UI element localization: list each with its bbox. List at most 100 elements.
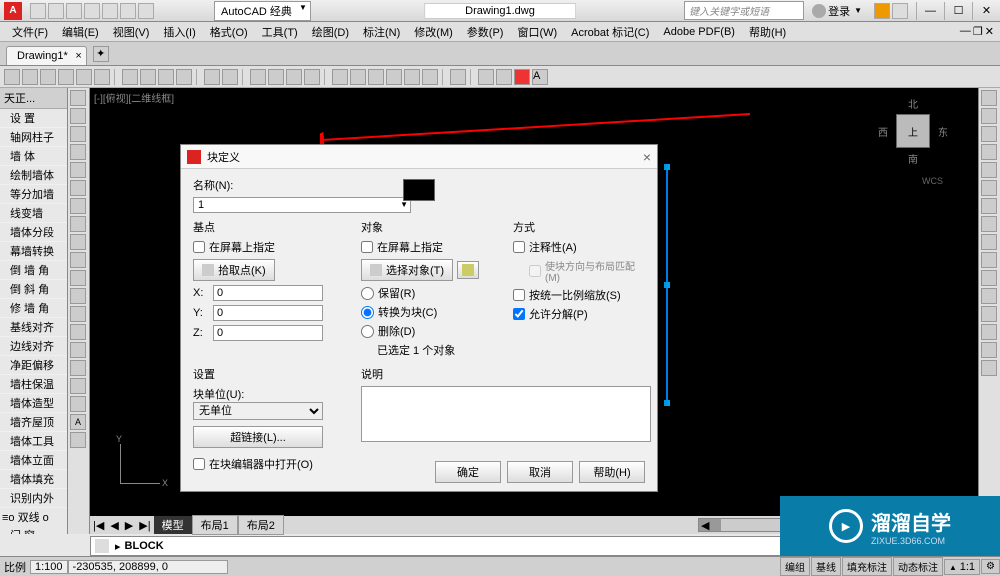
tb-cut-icon[interactable] — [122, 69, 138, 85]
palette-item[interactable]: 轴网柱子 — [0, 128, 67, 147]
tb-redo-icon[interactable] — [222, 69, 238, 85]
menu-acrobat[interactable]: Acrobat 标记(C) — [565, 22, 655, 42]
help-icon[interactable] — [892, 3, 908, 19]
offset-icon[interactable] — [981, 144, 997, 160]
name-combo[interactable]: 1 — [193, 197, 411, 213]
menu-view[interactable]: 视图(V) — [107, 22, 156, 42]
layout1-tab[interactable]: 布局1 — [192, 515, 238, 535]
join-icon[interactable] — [981, 306, 997, 322]
tb-misc2-icon[interactable] — [496, 69, 512, 85]
tb-copy-icon[interactable] — [140, 69, 156, 85]
tb-sheet-icon[interactable] — [386, 69, 402, 85]
redo-icon[interactable] — [138, 3, 154, 19]
grip-icon[interactable] — [664, 164, 670, 170]
erase-icon[interactable] — [981, 90, 997, 106]
tab-nav-next-icon[interactable]: ▶ — [122, 519, 136, 532]
status-hatch[interactable]: 填充标注 — [842, 557, 892, 576]
basepoint-onscreen-check[interactable] — [193, 241, 205, 253]
tb-toolpalette-icon[interactable] — [368, 69, 384, 85]
palette-item[interactable]: 门 窗 — [0, 526, 67, 534]
saveas-icon[interactable] — [84, 3, 100, 19]
xline-icon[interactable] — [70, 108, 86, 124]
palette-item[interactable]: 倒 墙 角 — [0, 261, 67, 280]
description-textarea[interactable] — [361, 386, 651, 442]
open-icon[interactable] — [48, 3, 64, 19]
palette-item[interactable]: 墙体立面 — [0, 451, 67, 470]
doc-minimize-button[interactable]: — — [960, 25, 971, 38]
tab-close-icon[interactable]: × — [75, 50, 81, 62]
rotate-icon[interactable] — [981, 198, 997, 214]
menu-tools[interactable]: 工具(T) — [256, 22, 304, 42]
grip-icon[interactable] — [664, 282, 670, 288]
menu-format[interactable]: 格式(O) — [204, 22, 254, 42]
palette-item[interactable]: 绘制墙体 — [0, 166, 67, 185]
pick-point-button[interactable]: 拾取点(K) — [193, 259, 275, 281]
doc-tab[interactable]: Drawing1* × — [6, 46, 87, 65]
delete-radio[interactable] — [361, 325, 374, 338]
mirror-icon[interactable] — [981, 126, 997, 142]
palette-title[interactable]: 天正... — [0, 88, 67, 109]
tb-publish-icon[interactable] — [94, 69, 110, 85]
new-tab-button[interactable]: ✦ — [93, 46, 109, 62]
tb-zoomwin-icon[interactable] — [286, 69, 302, 85]
help-button[interactable]: 帮助(H) — [579, 461, 645, 483]
tb-help-icon[interactable] — [450, 69, 466, 85]
tb-properties-icon[interactable] — [332, 69, 348, 85]
minimize-button[interactable]: — — [916, 2, 944, 20]
scale-combo[interactable]: 1:100 — [30, 560, 68, 574]
palette-item[interactable]: 墙 体 — [0, 147, 67, 166]
addselect-icon[interactable] — [70, 432, 86, 448]
tb-new-icon[interactable] — [4, 69, 20, 85]
explode-icon[interactable] — [981, 360, 997, 376]
scale-uniform-check[interactable] — [513, 289, 525, 301]
circle-icon[interactable] — [70, 198, 86, 214]
base-z-input[interactable] — [213, 325, 323, 341]
polyline-icon[interactable] — [70, 126, 86, 142]
palette-item[interactable]: 边线对齐 — [0, 337, 67, 356]
hyperlink-button[interactable]: 超链接(L)... — [193, 426, 323, 448]
status-annoscale[interactable]: ▲ 1:1 — [944, 559, 980, 575]
palette-item[interactable]: 墙柱保温 — [0, 375, 67, 394]
convert-radio[interactable] — [361, 306, 374, 319]
layout2-tab[interactable]: 布局2 — [238, 515, 284, 535]
gradient-icon[interactable] — [70, 360, 86, 376]
tb-pan-icon[interactable] — [250, 69, 266, 85]
login-button[interactable]: 登录▼ — [812, 3, 862, 19]
objects-onscreen-check[interactable] — [361, 241, 373, 253]
menu-window[interactable]: 窗口(W) — [511, 22, 563, 42]
quickselect-button[interactable] — [457, 261, 479, 279]
palette-item[interactable]: 幕墙转换 — [0, 242, 67, 261]
ellipse-icon[interactable] — [70, 252, 86, 268]
exchange-icon[interactable] — [874, 3, 890, 19]
hatch-icon[interactable] — [70, 342, 86, 358]
palette-item[interactable]: 墙体工具 — [0, 432, 67, 451]
scale-icon[interactable] — [981, 216, 997, 232]
retain-radio[interactable] — [361, 287, 374, 300]
palette-item[interactable]: 设 置 — [0, 109, 67, 128]
menu-modify[interactable]: 修改(M) — [408, 22, 459, 42]
spline-icon[interactable] — [70, 234, 86, 250]
trim-icon[interactable] — [981, 252, 997, 268]
palette-item[interactable]: 墙体填充 — [0, 470, 67, 489]
tb-print-icon[interactable] — [58, 69, 74, 85]
palette-item[interactable]: 线变墙 — [0, 204, 67, 223]
break-icon[interactable] — [981, 288, 997, 304]
grip-icon[interactable] — [664, 400, 670, 406]
close-button[interactable]: ✕ — [972, 2, 1000, 20]
ok-button[interactable]: 确定 — [435, 461, 501, 483]
table-icon[interactable] — [70, 396, 86, 412]
cancel-button[interactable]: 取消 — [507, 461, 573, 483]
status-group[interactable]: 编组 — [780, 557, 810, 576]
palette-item[interactable]: 基线对齐 — [0, 318, 67, 337]
palette-item[interactable]: 墙体分段 — [0, 223, 67, 242]
palette-item[interactable]: 墙齐屋顶 — [0, 413, 67, 432]
print-icon[interactable] — [102, 3, 118, 19]
tab-nav-last-icon[interactable]: ▶| — [136, 519, 153, 532]
menu-edit[interactable]: 编辑(E) — [56, 22, 105, 42]
save-icon[interactable] — [66, 3, 82, 19]
select-objects-button[interactable]: 选择对象(T) — [361, 259, 453, 281]
doc-close-button[interactable]: ✕ — [985, 25, 994, 38]
revcloud-icon[interactable] — [70, 216, 86, 232]
point-icon[interactable] — [70, 324, 86, 340]
dialog-close-button[interactable]: × — [643, 149, 651, 165]
